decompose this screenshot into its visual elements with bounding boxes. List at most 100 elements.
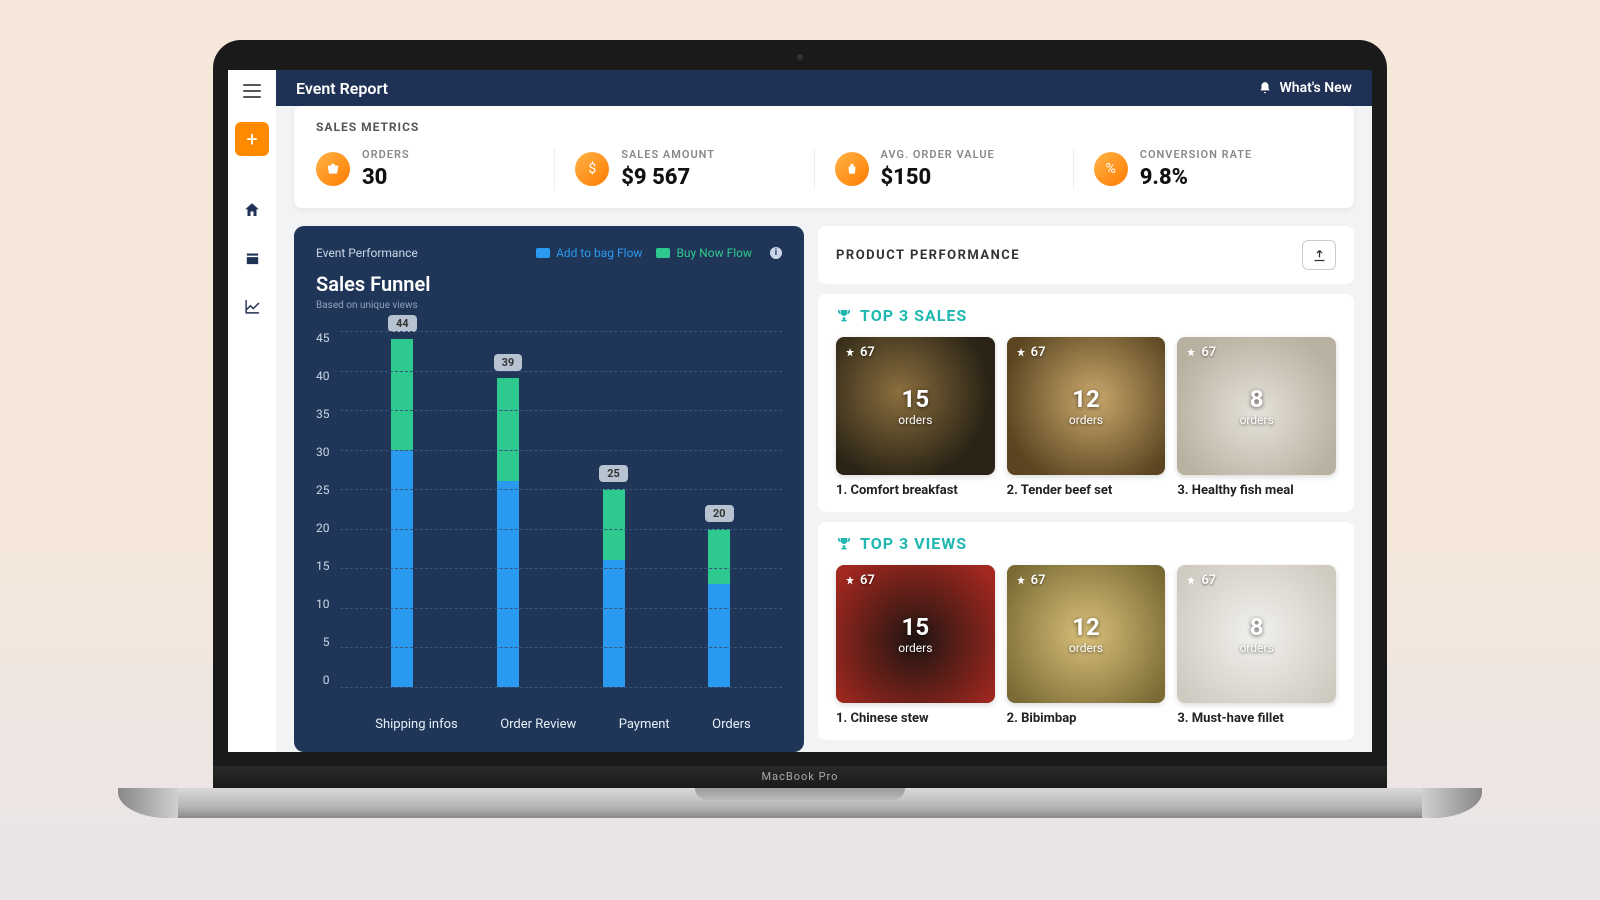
bar-total-label: 39 [494,354,523,371]
sales-metrics-card: SALES METRICS ORDERS30 $ SALES AMOUNT$9 … [294,106,1354,208]
chart-plot: 44 39 25 20 [340,331,783,687]
x-axis: Shipping infosOrder ReviewPaymentOrders [316,703,782,732]
page-title: Event Report [296,79,388,98]
chart-title: Sales Funnel [316,272,782,296]
card-badge: 67 [1015,345,1046,360]
y-tick: 0 [323,673,330,687]
laptop-mockup: + Event Report What's New [118,40,1482,858]
cards-row: 67 15orders 1. Comfort breakfast 6712orders… [836,337,1336,498]
product-card[interactable]: 6712orders2. Bibimbap [1007,565,1166,726]
metrics-row: ORDERS30 $ SALES AMOUNT $9 567 AVG. ORDER… [316,148,1332,190]
product-name: 1. Comfort breakfast [836,483,995,498]
bar-total-label: 20 [705,505,734,522]
top3-section: TOP 3 VIEWS6715orders1. Chinese stew6712… [818,522,1354,740]
dollar-icon: $ [575,152,609,186]
home-icon[interactable] [242,200,262,220]
bar-group: 25 [603,489,625,687]
metric-label: SALES AMOUNT [621,148,715,161]
product-sections: TOP 3 SALES 67 15orders 1. Comfort breakfas… [818,294,1354,740]
base-foot-left [118,788,178,818]
product-card[interactable]: 678orders3. Must-have fillet [1177,565,1336,726]
orders-icon [316,152,350,186]
info-icon[interactable]: i [770,247,782,259]
laptop-base [118,788,1482,818]
chart-body: 454035302520151050 44392520 [316,331,782,703]
metric-label: AVG. ORDER VALUE [881,148,995,161]
product-card[interactable]: 67 8orders 3. Healthy fish meal [1177,337,1336,498]
card-center: 8orders [1240,385,1274,427]
card-badge: 67 [1015,573,1046,588]
calendar-icon[interactable] [242,248,262,268]
product-card[interactable]: 67 15orders 1. Comfort breakfast [836,337,995,498]
x-tick: Orders [712,717,751,732]
y-tick: 35 [316,407,330,421]
bag-icon [835,152,869,186]
trackpad-notch [695,788,905,800]
section-title: TOP 3 SALES [836,306,1336,325]
export-button[interactable] [1302,240,1336,270]
bell-icon [1258,81,1272,95]
grid-line [340,608,783,609]
legend-swatch-blue [536,248,550,258]
card-badge: 67 [844,345,875,360]
y-tick: 25 [316,483,330,497]
product-name: 2. Tender beef set [1007,483,1166,498]
chart-icon[interactable] [242,296,262,316]
camera-dot [797,54,803,60]
product-image: 67 15orders [836,337,995,475]
bar-total-label: 25 [599,465,628,482]
y-axis: 454035302520151050 [316,331,340,687]
metric-value: $150 [881,165,995,190]
hamburger-icon[interactable] [243,84,261,98]
bar-segment-green [497,378,519,481]
trophy-icon [836,308,852,324]
metric-orders: ORDERS30 [316,148,555,190]
bar-total-label: 44 [388,315,417,332]
panels-row: Event Performance Add to bag Flow Buy No… [294,226,1354,752]
card-badge: 67 [1185,345,1216,360]
metric-avg-order: AVG. ORDER VALUE $150 [815,148,1074,190]
product-name: 3. Healthy fish meal [1177,483,1336,498]
bar-group: 44 [391,339,413,687]
card-center: 15orders [898,385,932,427]
product-card[interactable]: 6712orders 2. Tender beef set [1007,337,1166,498]
bar-segment-green [708,529,730,584]
product-performance-header: PRODUCT PERFORMANCE [818,226,1354,284]
metric-value: 30 [362,165,410,190]
event-performance-label: Event Performance [316,246,418,260]
add-button[interactable]: + [235,122,269,156]
product-performance-title: PRODUCT PERFORMANCE [836,248,1020,263]
y-tick: 20 [316,521,330,535]
grid-line [340,489,783,490]
x-tick: Payment [619,717,670,732]
y-tick: 45 [316,331,330,345]
top3-section: TOP 3 SALES 67 15orders 1. Comfort breakfas… [818,294,1354,512]
y-tick: 30 [316,445,330,459]
legend-swatch-green [656,248,670,258]
y-tick: 40 [316,369,330,383]
metric-conversion: % CONVERSION RATE9.8% [1074,148,1332,190]
legend-green: Buy Now Flow [656,246,752,260]
trophy-icon [836,536,852,552]
bar-segment-blue [603,560,625,687]
legend-label: Buy Now Flow [676,246,752,260]
product-image: 6712orders [1007,565,1166,703]
grid-line [340,331,783,332]
metric-label: CONVERSION RATE [1140,148,1253,161]
product-image: 6712orders [1007,337,1166,475]
product-image: 6715orders [836,565,995,703]
whats-new-button[interactable]: What's New [1258,80,1353,96]
metric-value: 9.8% [1140,165,1253,190]
bar-segment-green [603,489,625,560]
legend-blue: Add to bag Flow [536,246,642,260]
legend-label: Add to bag Flow [556,246,642,260]
product-card[interactable]: 6715orders1. Chinese stew [836,565,995,726]
event-performance-panel: Event Performance Add to bag Flow Buy No… [294,226,804,752]
content: SALES METRICS ORDERS30 $ SALES AMOUNT$9 … [276,106,1372,752]
x-tick: Shipping infos [375,717,458,732]
bar-segment-blue [497,481,519,687]
app-screen: + Event Report What's New [228,70,1372,752]
grid-line [340,371,783,372]
metric-value: $9 567 [621,165,715,190]
grid-line [340,687,783,688]
